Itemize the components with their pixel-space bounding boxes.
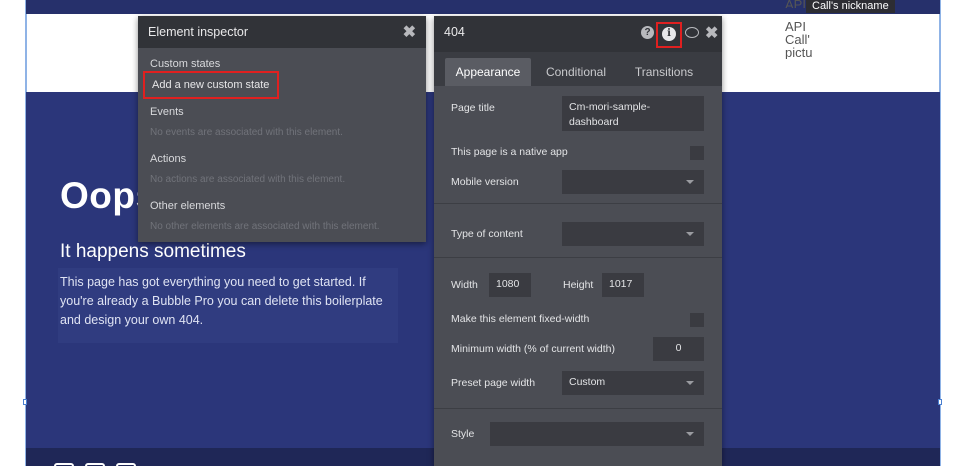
width-label: Width (451, 279, 478, 291)
help-icon[interactable]: ? (641, 26, 654, 39)
tab-appearance[interactable]: Appearance (445, 58, 531, 86)
mobile-version-label: Mobile version (451, 176, 519, 188)
hero-subheading[interactable]: It happens sometimes (60, 241, 246, 263)
native-app-checkbox[interactable] (690, 146, 704, 160)
section-divider (434, 203, 722, 204)
other-elements-heading: Other elements (150, 200, 226, 212)
section-divider (434, 408, 722, 409)
minimum-width-input[interactable]: 0 (653, 337, 704, 361)
fixed-width-checkbox[interactable] (690, 313, 704, 327)
chevron-down-icon (686, 381, 694, 385)
api-text-fragment: API (785, 0, 806, 8)
events-heading: Events (150, 106, 184, 118)
editor-header[interactable]: 404 ? i ✖ (434, 16, 722, 52)
other-elements-empty-text: No other elements are associated with th… (150, 221, 380, 232)
inspector-title: Element inspector (148, 25, 249, 39)
preset-page-width-dropdown[interactable]: Custom (562, 371, 704, 395)
tab-conditional[interactable]: Conditional (535, 58, 617, 86)
bubble-editor-canvas: API Call's nickname API Call' pictu Oops… (0, 0, 960, 466)
editor-tab-bar: Appearance Conditional Transitions (434, 52, 722, 86)
actions-heading: Actions (150, 153, 187, 165)
type-of-content-label: Type of content (451, 228, 523, 240)
fixed-width-label: Make this element fixed-width (451, 313, 590, 325)
element-inspector-info-icon[interactable]: i (662, 27, 676, 41)
inspector-header[interactable]: Element inspector ✖ (138, 16, 426, 48)
preset-page-width-value: Custom (569, 376, 606, 388)
events-empty-text: No events are associated with this eleme… (150, 127, 343, 138)
minimum-width-label: Minimum width (% of current width) (451, 343, 615, 355)
page-title-input[interactable]: Cm-mori-sample-dashboard (562, 96, 704, 131)
width-input[interactable]: 1080 (489, 273, 531, 297)
height-input[interactable]: 1017 (602, 273, 644, 297)
element-inspector-panel: Element inspector ✖ Custom states Events… (138, 16, 426, 242)
style-label: Style (451, 428, 475, 440)
close-icon[interactable]: ✖ (403, 22, 416, 42)
editor-title: 404 (444, 25, 465, 39)
custom-states-heading: Custom states (150, 58, 221, 70)
api-side-text: API Call' pictu (785, 20, 815, 59)
mobile-version-dropdown[interactable] (562, 170, 704, 194)
resize-handle-right[interactable] (938, 399, 942, 405)
section-divider (434, 257, 722, 258)
native-app-label: This page is a native app (451, 146, 568, 158)
resize-handle-left[interactable] (23, 399, 27, 405)
chevron-down-icon (686, 180, 694, 184)
api-line: pictu (785, 45, 813, 59)
tab-transitions[interactable]: Transitions (623, 58, 705, 86)
type-of-content-dropdown[interactable] (562, 222, 704, 246)
page-title-label: Page title (451, 102, 495, 114)
actions-empty-text: No actions are associated with this elem… (150, 174, 346, 185)
hero-body-text[interactable]: This page has got everything you need to… (60, 273, 400, 330)
nickname-tooltip: Call's nickname (806, 0, 895, 13)
close-icon[interactable]: ✖ (705, 23, 718, 43)
chevron-down-icon (686, 232, 694, 236)
chevron-down-icon (686, 432, 694, 436)
add-custom-state-link[interactable]: Add a new custom state (143, 71, 279, 99)
height-label: Height (563, 279, 594, 291)
preset-page-width-label: Preset page width (451, 377, 536, 389)
property-editor-panel: 404 ? i ✖ Appearance Conditional Transit… (434, 16, 722, 466)
comment-icon[interactable] (685, 27, 699, 38)
style-dropdown[interactable] (490, 422, 704, 446)
